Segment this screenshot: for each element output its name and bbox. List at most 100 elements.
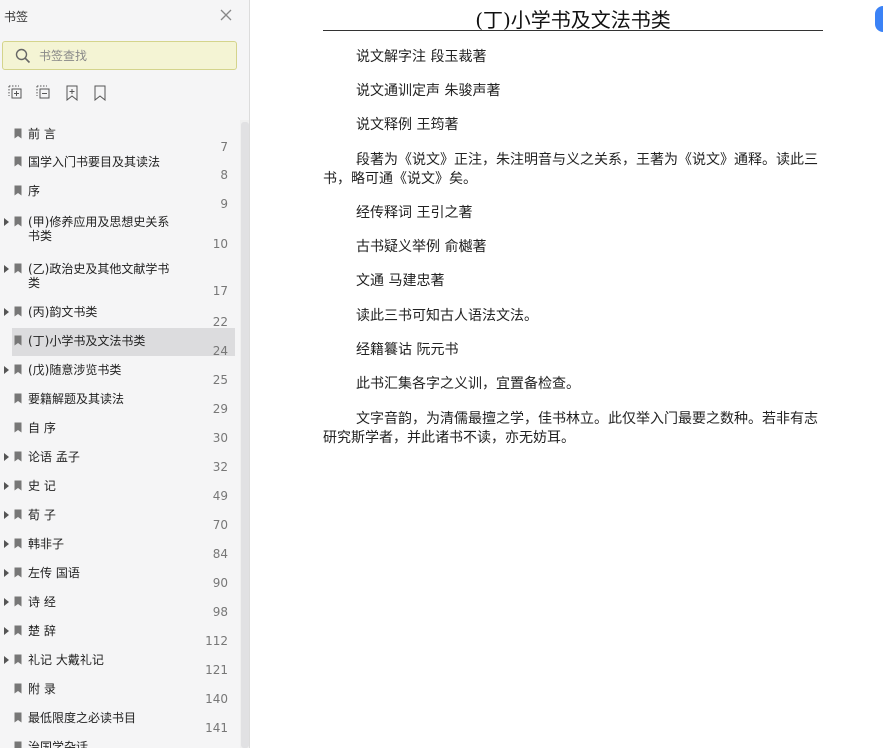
document-paragraph: 段著为《说文》正注，朱注明音与义之关系，王著为《说文》通释。读此三书，略可通《说… [323, 152, 818, 187]
document-paragraph: 说文解字注 段玉裁著 [356, 49, 487, 65]
bookmark-icon [14, 263, 22, 274]
document-paragraph: 说文释例 王筠著 [356, 117, 459, 133]
bookmark-icon [14, 335, 22, 346]
bookmark-page-number: 24 [212, 344, 228, 358]
bookmark-icon [14, 185, 22, 196]
bookmark-icon [14, 538, 22, 549]
expand-arrow-icon[interactable] [4, 569, 9, 577]
bookmark-label: 史 记 [28, 479, 56, 493]
bookmark-label: 附 录 [28, 682, 56, 696]
bookmark-page-number: 22 [212, 315, 228, 329]
expand-arrow-icon[interactable] [4, 453, 9, 461]
bookmark-icon [14, 509, 22, 520]
document-paragraph: 文字音韵，为清儒最擅之学，佳书林立。此仅举入门最要之数种。若非有志研究斯学者，并… [323, 411, 818, 446]
heading-rule [323, 30, 823, 31]
expand-arrow-icon[interactable] [4, 627, 9, 635]
bookmark-icon [14, 422, 22, 433]
bookmark-label: 论语 孟子 [28, 450, 80, 464]
document-paragraph: 经籍籑诂 阮元书 [356, 342, 459, 358]
bookmark-label: 荀 子 [28, 508, 56, 522]
bookmark-page-number: 112 [205, 634, 228, 648]
document-paragraph: 读此三书可知古人语法文法。 [356, 308, 538, 324]
bookmark-label: 礼记 大戴礼记 [28, 653, 104, 667]
expand-arrow-icon[interactable] [4, 482, 9, 490]
bookmark-page-number: 90 [212, 576, 228, 590]
document-paragraph: 说文通训定声 朱骏声著 [356, 83, 501, 99]
expand-arrow-icon[interactable] [4, 308, 9, 316]
bookmark-label: 最低限度之必读书目 [28, 711, 137, 725]
bookmark-label: (甲)修养应用及思想史关系书类 [28, 215, 170, 243]
bookmark-icon[interactable] [92, 85, 108, 101]
bookmark-label: 诗 经 [28, 595, 56, 609]
bookmark-label: 左传 国语 [28, 566, 80, 580]
bookmark-label: (丙)韵文书类 [28, 305, 98, 319]
expand-arrow-icon[interactable] [4, 540, 9, 548]
bookmark-label: 前 言 [28, 127, 56, 141]
bookmark-icon [14, 156, 22, 167]
document-paragraph: 经传释词 王引之著 [356, 205, 473, 221]
document-paragraph: 古书疑义举例 俞樾著 [356, 239, 487, 255]
collapse-all-icon[interactable] [36, 85, 52, 101]
bookmark-label: (乙)政治史及其他文献学书类 [28, 262, 170, 290]
bookmark-label: 韩非子 [28, 537, 65, 551]
bookmark-icon [14, 393, 22, 404]
bookmark-page-number: 140 [205, 692, 228, 706]
bookmark-page-number: 84 [212, 547, 228, 561]
expand-arrow-icon[interactable] [4, 511, 9, 519]
bookmark-icon [14, 596, 22, 607]
bookmark-icon [14, 567, 22, 578]
bookmark-page-number: 25 [212, 373, 228, 387]
bookmark-icon [14, 683, 22, 694]
bookmark-page-number: 141 [205, 721, 228, 735]
bookmark-page-number: 32 [212, 460, 228, 474]
expand-arrow-icon[interactable] [4, 265, 9, 273]
bookmark-page-number: 8 [220, 168, 228, 182]
bookmark-icon [14, 364, 22, 375]
bookmark-label: 治国学杂话 [28, 740, 89, 748]
page-heading: (丁)小学书及文法书类 [475, 8, 671, 32]
document-paragraph: 文通 马建忠著 [356, 273, 445, 289]
search-icon [15, 48, 31, 64]
bookmark-icon [14, 741, 22, 748]
sidebar-title: 书签 [4, 10, 29, 24]
add-bookmark-icon[interactable] [64, 85, 80, 101]
bookmark-page-number: 17 [212, 284, 228, 298]
floating-action-button[interactable] [875, 6, 883, 32]
bookmark-page-number: 10 [212, 237, 228, 251]
expand-arrow-icon[interactable] [4, 366, 9, 374]
bookmark-page-number: 9 [220, 197, 228, 211]
bookmark-icon [14, 625, 22, 636]
bookmark-label: 国学入门书要目及其读法 [28, 155, 161, 169]
bookmark-icon [14, 480, 22, 491]
bookmark-icon [14, 451, 22, 462]
bookmark-page-number: 70 [212, 518, 228, 532]
document-page: (丁)小学书及文法书类 说文解字注 段玉裁著 说文通训定声 朱骏声著 说文释例 王筠… [251, 0, 883, 748]
bookmark-page-number: 49 [212, 489, 228, 503]
bookmark-page-number: 121 [205, 663, 228, 677]
close-icon[interactable] [219, 8, 233, 22]
bookmark-search-box[interactable] [2, 41, 237, 70]
bookmark-icon [14, 216, 22, 227]
bookmark-icon [14, 712, 22, 723]
bookmark-page-number: 98 [212, 605, 228, 619]
bookmark-page-number: 29 [212, 402, 228, 416]
expand-arrow-icon[interactable] [4, 656, 9, 664]
bookmark-label: (丁)小学书及文法书类 [28, 334, 146, 348]
bookmark-label: (戊)随意涉览书类 [28, 363, 122, 377]
bookmark-page-number: 30 [212, 431, 228, 445]
bookmark-icon [14, 306, 22, 317]
expand-arrow-icon[interactable] [4, 218, 9, 226]
bookmark-search-input[interactable] [39, 46, 229, 66]
expand-all-icon[interactable] [8, 85, 24, 101]
bookmark-label: 楚 辞 [28, 624, 56, 638]
scrollbar-thumb[interactable] [241, 122, 249, 748]
bookmark-page-number: 7 [220, 140, 228, 154]
document-paragraph: 此书汇集各字之义训，宜置备检查。 [356, 376, 580, 392]
bookmark-label: 自 序 [28, 421, 56, 435]
bookmark-sidebar: 书签 前 言 7 国学入门书要目及其读法 8 序 9 (甲)修养应用及思想史关系书类 10 (乙… [0, 0, 250, 748]
bookmark-label: 序 [28, 184, 41, 198]
bookmark-icon [14, 128, 22, 139]
expand-arrow-icon[interactable] [4, 598, 9, 606]
bookmark-icon [14, 654, 22, 665]
bookmark-label: 要籍解题及其读法 [28, 392, 125, 406]
